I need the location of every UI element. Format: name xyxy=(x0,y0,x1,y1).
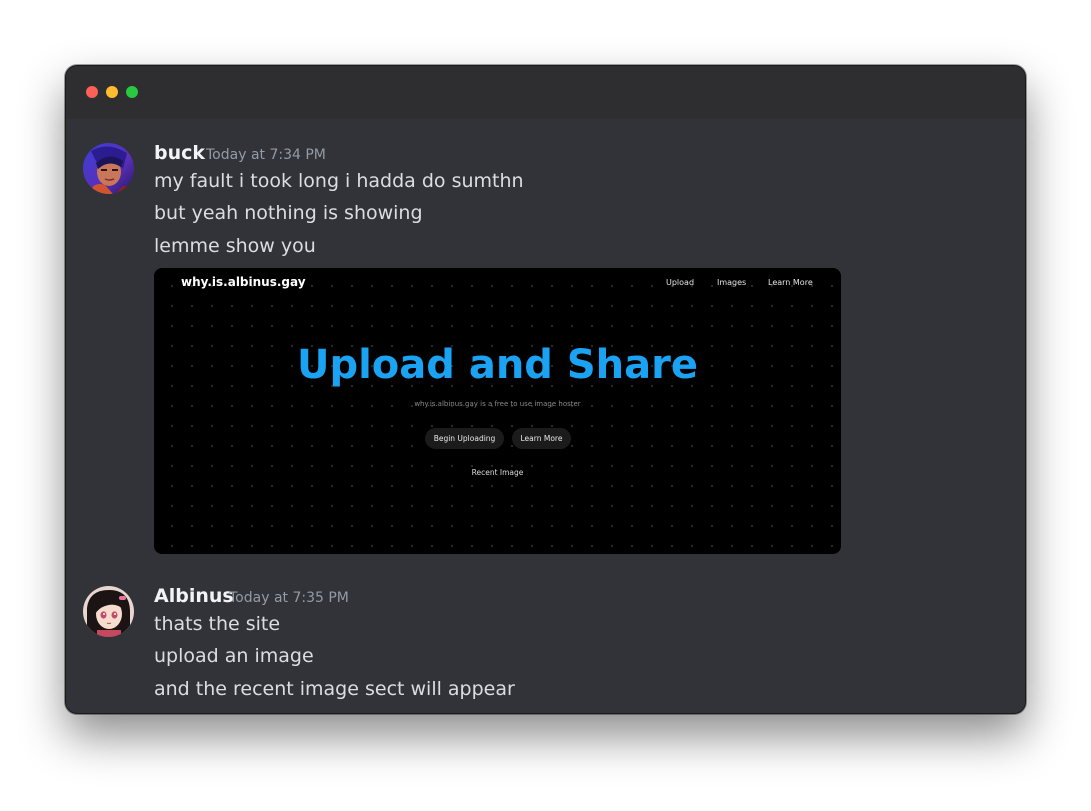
site-nav-upload: Upload xyxy=(666,278,695,287)
message-text: but yeah nothing is showing xyxy=(154,202,423,224)
hero-title: Upload and Share xyxy=(296,342,698,388)
learn-more-button: Learn More xyxy=(512,428,571,449)
message-text: my fault i took long i hadda do sumthn xyxy=(154,170,524,192)
begin-uploading-button: Begin Uploading xyxy=(425,428,504,449)
avatar[interactable] xyxy=(83,143,134,194)
site-nav-images: Images xyxy=(717,278,747,287)
title-bar xyxy=(66,66,1025,119)
message-text: lemme show you xyxy=(154,235,316,257)
screenshot-attachment[interactable]: why.is.albinus.gay Upload Images Learn M… xyxy=(154,268,841,554)
message-text: and the recent image sect will appear xyxy=(154,678,515,700)
recent-image-label: Recent Image xyxy=(471,468,524,477)
close-window-button[interactable] xyxy=(86,86,98,98)
site-nav-learn-more: Learn More xyxy=(768,278,813,287)
message-timestamp[interactable]: Today at 7:34 PM xyxy=(206,147,326,163)
albinus-avatar-image xyxy=(83,586,134,637)
hero-subtitle: why.is.albinus.gay is a free to use imag… xyxy=(414,400,581,408)
zoom-window-button[interactable] xyxy=(126,86,138,98)
message-timestamp[interactable]: Today at 7:35 PM xyxy=(229,590,349,606)
chat-window: buck Today at 7:34 PM my fault i took lo… xyxy=(65,65,1026,714)
author-name[interactable]: buck xyxy=(154,142,205,164)
site-logo: why.is.albinus.gay xyxy=(181,275,306,289)
minimize-window-button[interactable] xyxy=(106,86,118,98)
message-text: upload an image xyxy=(154,645,314,667)
buck-avatar-image xyxy=(83,143,134,194)
avatar[interactable] xyxy=(83,586,134,637)
author-name[interactable]: Albinus xyxy=(154,585,234,607)
message-text: thats the site xyxy=(154,613,281,635)
